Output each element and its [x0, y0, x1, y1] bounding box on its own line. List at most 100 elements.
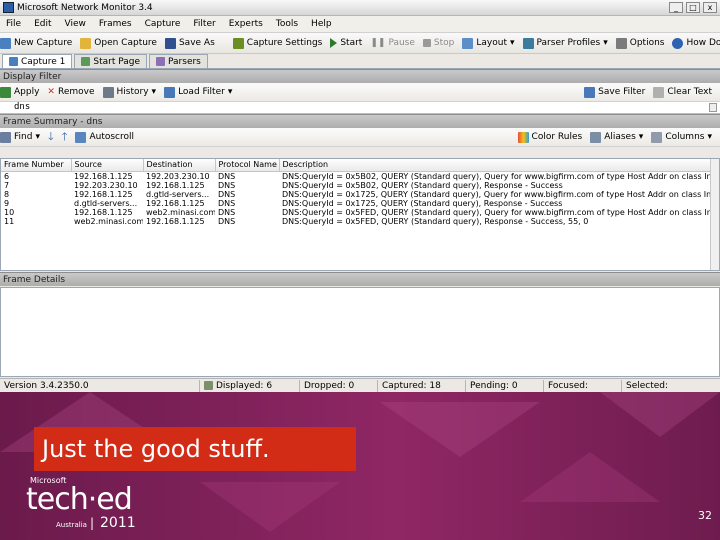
options-button[interactable]: Options [615, 37, 664, 49]
logo-year: 2011 [100, 515, 136, 531]
slide-caption: Just the good stuff. [34, 427, 356, 471]
aliases-icon [590, 131, 602, 143]
save-filter-icon [584, 86, 596, 98]
apply-filter-button[interactable]: Apply [0, 86, 39, 98]
logo-divider: | [89, 516, 95, 530]
parser-profiles-button[interactable]: Parser Profiles ▾ [522, 37, 608, 49]
status-bar: Version 3.4.2350.0 Displayed: 6 Dropped:… [0, 378, 720, 392]
menu-view[interactable]: View [65, 19, 86, 29]
display-filter-input[interactable]: dns [0, 102, 720, 114]
chevron-down-icon: ▾ [151, 87, 157, 97]
new-capture-button[interactable]: New Capture [0, 37, 73, 49]
remove-label: Remove [57, 87, 95, 97]
table-row[interactable]: 6 192.168.1.125 192.203.230.10 DNS DNS:Query… [1, 171, 713, 181]
table-row[interactable]: 9 d.gtld-servers... 192.168.1.125 DNS DNS:Qu… [1, 199, 713, 208]
tab-parsers[interactable]: Parsers [149, 54, 208, 68]
save-filter-button[interactable]: Save Filter [584, 86, 645, 98]
frame-summary-grid[interactable]: Frame Number Source Destination Protocol… [0, 158, 720, 271]
save-as-button[interactable]: Save As [164, 37, 215, 49]
frame-summary-header: Frame Summary - dns [0, 114, 720, 128]
menu-help[interactable]: Help [311, 19, 332, 29]
description-cell: DNS:QueryId = 0x5FED, QUERY (Standard qu… [282, 216, 589, 226]
decorative-triangle [600, 392, 720, 437]
frame-details-title: Frame Details [3, 274, 66, 285]
table-row[interactable]: 8 192.168.1.125 d.gtld-servers... DNS DNS:Qu… [1, 190, 713, 199]
logo-location: Australia [56, 520, 87, 529]
next-frame-button[interactable]: 🡓 [48, 128, 54, 147]
history-label: History [116, 87, 149, 97]
new-capture-label: New Capture [14, 38, 73, 48]
table-row[interactable]: 10 192.168.1.125 web2.minasi.com DNS DNS:Que… [1, 208, 713, 217]
column-header-description[interactable]: Description [279, 159, 714, 172]
start-page-icon [81, 57, 91, 66]
source-cell: 192.168.1.125 [74, 171, 133, 181]
frame-number-cell: 6 [4, 171, 10, 181]
minimize-button[interactable]: _ [669, 2, 683, 13]
previous-frame-button[interactable]: 🡑 [62, 128, 68, 147]
history-button[interactable]: History ▾ [102, 86, 157, 98]
history-icon [102, 86, 114, 98]
pause-icon: ❚❚ [370, 38, 386, 48]
protocol-cell: DNS [218, 171, 236, 181]
column-header-source[interactable]: Source [71, 159, 144, 172]
column-header-protocol[interactable]: Protocol Name [215, 159, 280, 172]
start-label: Start [340, 38, 363, 48]
column-header-destination[interactable]: Destination [143, 159, 216, 172]
find-button[interactable]: Find ▾ [0, 131, 40, 143]
close-button[interactable]: x [703, 2, 717, 13]
maximize-button[interactable]: □ [686, 2, 700, 13]
tab-capture-1[interactable]: Capture 1 [2, 54, 73, 68]
grid-vertical-scrollbar[interactable] [710, 159, 719, 270]
start-button[interactable]: Start [330, 38, 362, 48]
play-icon [330, 38, 338, 48]
description-cell: DNS:QueryId = 0x5B02, QUERY (Standard qu… [282, 171, 713, 181]
how-do-i-button[interactable]: How Do I [672, 37, 720, 49]
menu-experts[interactable]: Experts [229, 19, 263, 29]
stop-icon [422, 39, 431, 47]
clear-text-button[interactable]: Clear Text [653, 86, 712, 98]
pause-button[interactable]: ❚❚ Pause [370, 38, 415, 48]
color-rules-button[interactable]: Color Rules [517, 131, 582, 143]
capture-settings-button[interactable]: Capture Settings [232, 37, 322, 49]
table-row[interactable]: 7 192.203.230.10 192.168.1.125 DNS DNS:Query… [1, 181, 713, 190]
filter-scrollbar[interactable] [709, 103, 717, 112]
description-cell: DNS:QueryId = 0x1725, QUERY (Standard qu… [282, 198, 563, 208]
open-capture-button[interactable]: Open Capture [80, 37, 157, 49]
grid-header-row: Frame Number Source Destination Protocol… [1, 159, 714, 172]
document-tabs: Capture 1 Start Page Parsers [0, 54, 720, 69]
remove-filter-button[interactable]: ✕ Remove [47, 87, 94, 97]
column-header-frame-number[interactable]: Frame Number [1, 159, 72, 172]
aliases-button[interactable]: Aliases ▾ [590, 131, 644, 143]
menu-filter[interactable]: Filter [193, 19, 215, 29]
columns-button[interactable]: Columns ▾ [651, 131, 712, 143]
layout-button[interactable]: Layout ▾ [462, 37, 515, 49]
remove-icon: ✕ [47, 87, 55, 97]
description-cell: DNS:QueryId = 0x1725, QUERY (Standard qu… [282, 189, 713, 199]
autoscroll-toggle[interactable]: Autoscroll [75, 131, 134, 143]
source-cell: web2.minasi.com [74, 216, 143, 226]
filter-status-icon [204, 381, 213, 390]
frame-number-cell: 10 [4, 207, 15, 217]
tab-start-page[interactable]: Start Page [74, 54, 148, 68]
open-capture-label: Open Capture [94, 38, 157, 48]
frame-number-cell: 11 [4, 216, 15, 226]
frame-summary-toolbar: Find ▾ 🡓 🡑 Autoscroll Color Rules Aliases… [0, 128, 720, 147]
menu-file[interactable]: File [6, 19, 21, 29]
protocol-cell: DNS [218, 198, 236, 208]
display-filter-toolbar: Apply ✕ Remove History ▾ Load Filter ▾ Save… [0, 83, 720, 102]
menu-capture[interactable]: Capture [145, 19, 181, 29]
chevron-down-icon: ▾ [638, 132, 644, 142]
menu-edit[interactable]: Edit [34, 19, 51, 29]
load-filter-button[interactable]: Load Filter ▾ [164, 86, 233, 98]
destination-cell: 192.203.230.10 [146, 171, 210, 181]
save-icon [164, 37, 176, 49]
table-row[interactable]: 11 web2.minasi.com 192.168.1.125 DNS DNS:Que… [1, 217, 713, 226]
menu-frames[interactable]: Frames [99, 19, 132, 29]
chevron-down-icon: ▾ [227, 87, 233, 97]
menu-tools[interactable]: Tools [276, 19, 298, 29]
stop-button[interactable]: Stop [422, 38, 454, 48]
frame-details-pane[interactable] [0, 287, 720, 377]
load-filter-icon [164, 86, 176, 98]
protocol-cell: DNS [218, 180, 236, 190]
aliases-label: Aliases [604, 132, 636, 142]
